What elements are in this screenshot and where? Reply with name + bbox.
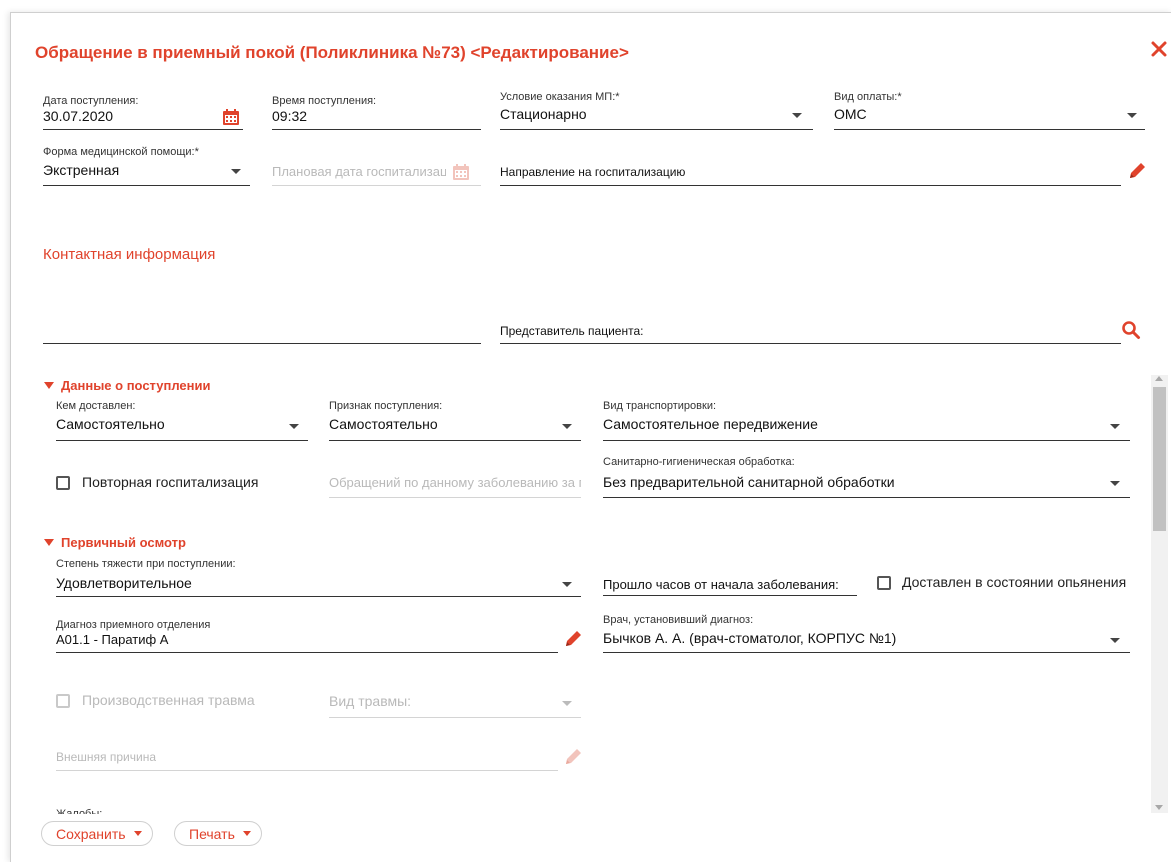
representative-field[interactable]: Представитель пациента: (500, 324, 643, 338)
close-icon[interactable] (1147, 37, 1171, 61)
caret-down-icon (242, 831, 251, 836)
admission-group-header[interactable]: Данные о поступлении (44, 378, 210, 393)
save-button[interactable]: Сохранить (41, 821, 153, 846)
date-in-underline (43, 129, 243, 130)
search-icon[interactable] (1121, 320, 1141, 340)
representative-underline (500, 343, 1121, 344)
payment-select[interactable]: ОМС (834, 106, 867, 122)
scroll-down-icon[interactable] (1155, 805, 1163, 810)
chevron-down-icon[interactable] (1110, 481, 1120, 486)
severity-underline (56, 596, 581, 597)
date-in-value[interactable]: 30.07.2020 (43, 108, 113, 124)
chevron-down-icon[interactable] (1110, 424, 1120, 429)
chevron-down-icon[interactable] (562, 424, 572, 429)
sanitary-underline (603, 497, 1130, 498)
repeat-hosp-label: Повторная госпитализация (82, 474, 259, 490)
care-form-underline (43, 185, 250, 186)
referral-field[interactable]: Направление на госпитализацию (500, 165, 685, 179)
external-cause-field[interactable]: Внешняя причина (56, 750, 156, 764)
chevron-down-icon[interactable] (289, 424, 299, 429)
condition-underline (500, 129, 813, 130)
admission-sign-label: Признак поступления: (329, 400, 443, 412)
severity-select[interactable]: Удовлетворительное (56, 575, 192, 591)
intoxicated-checkbox[interactable] (877, 576, 891, 590)
exam-group-title: Первичный осмотр (61, 535, 186, 550)
triangle-down-icon (44, 539, 54, 546)
visits-count-input[interactable]: Обращений по данному заболеванию за год (329, 475, 581, 490)
time-in-label: Время поступления: (272, 95, 377, 107)
hours-since-input[interactable] (603, 595, 857, 596)
transport-underline (603, 440, 1130, 441)
pencil-icon[interactable] (563, 629, 583, 649)
sanitary-label: Санитарно-гигиеническая обработка: (603, 456, 795, 468)
transport-select[interactable]: Самостоятельное передвижение (603, 416, 818, 432)
exam-group-header[interactable]: Первичный осмотр (44, 535, 186, 550)
injury-type-select[interactable]: Вид травмы: (329, 693, 411, 709)
dialog-window: Обращение в приемный покой (Поликлиника … (10, 12, 1171, 862)
condition-select[interactable]: Стационарно (500, 106, 587, 122)
print-button[interactable]: Печать (174, 821, 262, 846)
time-in-value[interactable]: 09:32 (272, 108, 307, 124)
external-cause-underline (56, 770, 558, 771)
chevron-down-icon[interactable] (231, 169, 241, 174)
diagnosis-label: Диагноз приемного отделения (56, 619, 211, 631)
delivered-by-select[interactable]: Самостоятельно (56, 416, 165, 432)
doctor-select[interactable]: Бычков А. А. (врач-стоматолог, КОРПУС №1… (603, 630, 896, 646)
chevron-down-icon[interactable] (792, 113, 802, 118)
caret-down-icon (133, 831, 142, 836)
chevron-down-icon[interactable] (562, 701, 572, 706)
work-injury-checkbox[interactable] (56, 694, 70, 708)
visits-count-underline (329, 497, 581, 498)
doctor-label: Врач, установивший диагноз: (603, 614, 754, 626)
intoxicated-label: Доставлен в состоянии опьянения (902, 574, 1127, 590)
transport-label: Вид транспортировки: (603, 400, 717, 412)
admission-sign-select[interactable]: Самостоятельно (329, 416, 438, 432)
severity-label: Степень тяжести при поступлении: (56, 558, 236, 570)
dialog-title: Обращение в приемный покой (Поликлиника … (35, 43, 629, 62)
calendar-icon (453, 164, 469, 180)
care-form-label: Форма медицинской помощи:* (43, 146, 199, 158)
calendar-icon[interactable] (222, 108, 240, 126)
chevron-down-icon[interactable] (1127, 113, 1137, 118)
complaints-label: Жалобы: (56, 808, 103, 814)
save-button-label: Сохранить (56, 825, 126, 842)
pencil-icon (566, 749, 581, 764)
doctor-underline (603, 652, 1130, 653)
condition-label: Условие оказания МП:* (500, 91, 620, 103)
diagnosis-underline (56, 652, 558, 653)
chevron-down-icon[interactable] (1110, 638, 1120, 643)
payment-underline (834, 129, 1145, 130)
contact-section-title: Контактная информация (43, 246, 216, 263)
print-button-label: Печать (189, 825, 235, 842)
pencil-icon[interactable] (1127, 161, 1147, 181)
admission-group-title: Данные о поступлении (61, 378, 211, 393)
time-in-underline (272, 129, 481, 130)
payment-label: Вид оплаты:* (834, 91, 902, 103)
injury-type-underline (329, 717, 581, 718)
care-form-select[interactable]: Экстренная (43, 162, 119, 178)
delivered-by-underline (56, 440, 308, 441)
repeat-hosp-checkbox[interactable] (56, 476, 70, 490)
date-in-label: Дата поступления: (43, 95, 139, 107)
planned-date-input[interactable]: Плановая дата госпитализации (272, 164, 446, 179)
scrollbar-thumb[interactable] (1153, 387, 1166, 531)
delivered-by-label: Кем доставлен: (56, 400, 136, 412)
admission-sign-underline (329, 440, 581, 441)
work-injury-label: Производственная травма (82, 692, 255, 708)
planned-date-underline (272, 185, 481, 186)
scroll-up-icon[interactable] (1155, 376, 1163, 381)
contact-input[interactable] (43, 343, 481, 344)
hours-since-label: Прошло часов от начала заболевания: (603, 577, 839, 592)
triangle-down-icon (44, 382, 54, 389)
referral-underline (500, 185, 1121, 186)
chevron-down-icon[interactable] (562, 582, 572, 587)
sanitary-select[interactable]: Без предварительной санитарной обработки (603, 474, 895, 490)
diagnosis-field[interactable]: А01.1 - Паратиф А (56, 632, 168, 647)
